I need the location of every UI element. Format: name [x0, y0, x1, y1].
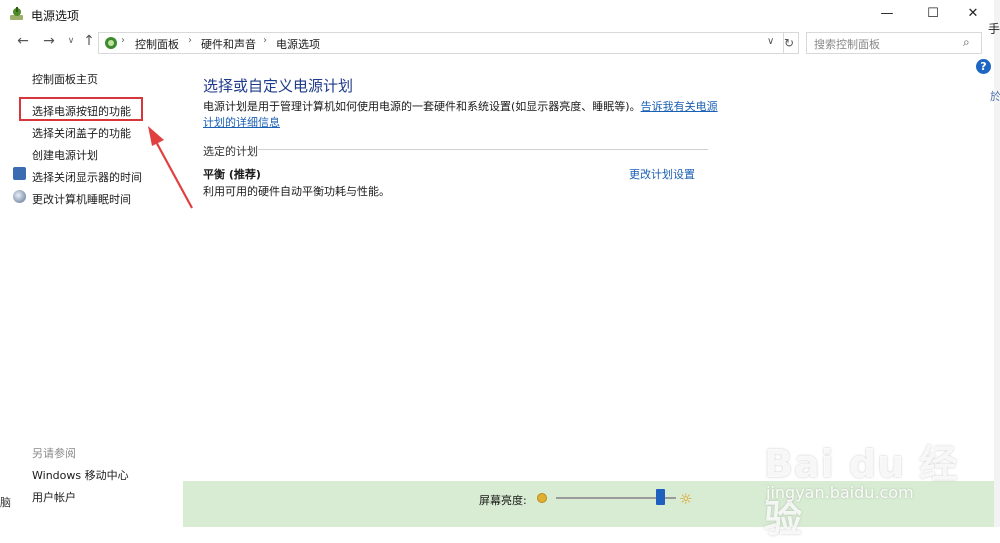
control-panel-icon: [105, 37, 117, 49]
search-icon[interactable]: ⌕: [963, 35, 970, 50]
breadcrumb-hardware-sound[interactable]: 硬件和声音: [201, 36, 256, 52]
power-options-icon: [10, 7, 23, 20]
plan-name: 平衡 (推荐): [203, 168, 261, 181]
breadcrumb-control-panel[interactable]: 控制面板: [135, 36, 179, 52]
baidu-watermark-url: jingyan.baidu.com: [766, 483, 914, 502]
plan-description-paragraph: 电源计划是用于管理计算机如何使用电源的一套硬件和系统设置(如显示器亮度、睡眠等)…: [203, 99, 723, 131]
brightness-slider-thumb[interactable]: [656, 489, 666, 505]
choose-lid-close-link[interactable]: 选择关闭盖子的功能: [32, 125, 131, 141]
forward-button[interactable]: →: [40, 32, 58, 50]
window-title: 电源选项: [31, 9, 80, 23]
description-text: 电源计划是用于管理计算机如何使用电源的一套硬件和系统设置(如显示器亮度、睡眠等)…: [203, 100, 641, 113]
sleep-moon-icon: [13, 190, 26, 203]
plan-description: 利用可用的硬件自动平衡功耗与性能。: [203, 185, 390, 198]
breadcrumb-separator: ›: [263, 35, 267, 46]
help-icon[interactable]: ?: [976, 59, 991, 74]
change-sleep-time-link[interactable]: 更改计算机睡眠时间: [32, 191, 131, 207]
windows-mobility-center-link[interactable]: Windows 移动中心: [32, 467, 129, 483]
dim-sun-icon: [537, 493, 547, 503]
user-accounts-link[interactable]: 用户帐户: [32, 489, 76, 505]
background-edge-text: 手: [988, 22, 1000, 36]
turn-off-display-link[interactable]: 选择关闭显示器的时间: [32, 169, 142, 185]
control-panel-home-link[interactable]: 控制面板主页: [32, 71, 98, 87]
search-input[interactable]: 搜索控制面板: [814, 36, 880, 52]
recent-locations-dropdown[interactable]: ∨: [62, 32, 80, 50]
bright-sun-icon: ☼: [679, 490, 693, 508]
navigation-bar: ← → ∨ ↑ › 控制面板 › 硬件和声音 › 电源选项 ∨ ↻ 搜索控制面板…: [0, 30, 994, 54]
title-bar: 电源选项 — ☐ ✕: [0, 0, 994, 28]
page-title: 选择或自定义电源计划: [203, 77, 354, 95]
left-edge-text: 脑: [0, 496, 11, 509]
back-button[interactable]: ←: [14, 32, 32, 50]
choose-power-button-link[interactable]: 选择电源按钮的功能: [32, 103, 131, 119]
background-edge-text-2: 於: [990, 90, 1000, 103]
search-box[interactable]: 搜索控制面板 ⌕: [806, 32, 982, 54]
selected-plan-heading: 选定的计划: [203, 145, 258, 158]
annotation-arrow: [148, 126, 193, 209]
create-power-plan-link[interactable]: 创建电源计划: [32, 147, 98, 163]
power-options-window: 电源选项 — ☐ ✕ ← → ∨ ↑ › 控制面板 › 硬件和声音 › 电源选项…: [0, 0, 995, 541]
breadcrumb-power-options[interactable]: 电源选项: [276, 36, 320, 52]
section-divider: [258, 149, 708, 150]
background-window-edge: [994, 0, 1000, 527]
refresh-button[interactable]: ↻: [780, 32, 799, 54]
breadcrumb-separator: ›: [188, 35, 192, 46]
change-plan-settings-link[interactable]: 更改计划设置: [629, 166, 695, 182]
address-bar[interactable]: › 控制面板 › 硬件和声音 › 电源选项 ∨: [98, 32, 784, 54]
breadcrumb-separator: ›: [121, 35, 125, 46]
brightness-label: 屏幕亮度:: [479, 494, 527, 507]
monitor-clock-icon: [13, 167, 26, 180]
minimize-button[interactable]: —: [864, 0, 910, 28]
see-also-heading: 另请参阅: [32, 447, 76, 460]
up-button[interactable]: ↑: [80, 32, 98, 50]
address-dropdown-icon[interactable]: ∨: [767, 36, 774, 47]
